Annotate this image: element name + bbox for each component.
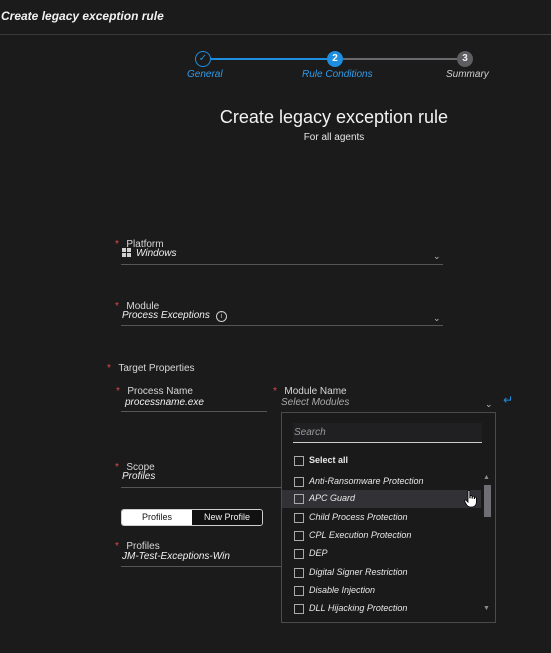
step-label-rule-conditions[interactable]: Rule Conditions — [302, 69, 373, 80]
toggle-new-profile-button[interactable]: New Profile — [192, 510, 262, 525]
list-item[interactable]: Child Process Protection — [282, 509, 481, 527]
step-2-active-number[interactable]: 2 — [327, 51, 343, 67]
info-icon[interactable]: i — [215, 311, 227, 322]
chevron-down-icon[interactable]: ⌄ — [433, 251, 441, 262]
module-dropdown: Search Select all Anti-Ransomware Protec… — [281, 412, 496, 623]
required-mark: * — [107, 363, 111, 374]
module-select[interactable]: Process Exceptions i — [122, 310, 227, 322]
list-item[interactable]: Digital Signer Restriction — [282, 564, 481, 582]
stepper-line-1 — [211, 58, 327, 60]
scope-toggle: Profiles New Profile — [121, 509, 263, 526]
checkbox[interactable] — [294, 549, 304, 559]
step-label-general[interactable]: General — [187, 69, 223, 80]
checkbox[interactable] — [294, 513, 304, 523]
list-item[interactable]: DLL Hijacking Protection — [282, 600, 481, 618]
platform-underline — [121, 264, 443, 265]
list-item[interactable]: Disable Injection — [282, 582, 481, 600]
checkbox[interactable] — [294, 604, 304, 614]
stepper-line-2 — [343, 58, 457, 60]
checkbox[interactable] — [294, 586, 304, 596]
toggle-profiles-button[interactable]: Profiles — [122, 510, 192, 525]
top-bar: Create legacy exception rule — [0, 0, 551, 35]
platform-select[interactable]: Windows — [122, 248, 176, 259]
step-label-summary[interactable]: Summary — [446, 69, 489, 80]
module-name-select[interactable]: Select Modules — [281, 397, 349, 408]
required-mark: * — [115, 541, 119, 552]
list-item[interactable]: DEP — [282, 545, 481, 563]
select-all-option[interactable]: Select all — [282, 452, 481, 470]
scroll-down-icon[interactable]: ▼ — [483, 605, 490, 612]
step-1-done-icon[interactable]: ✓ — [195, 51, 211, 67]
windows-icon — [122, 248, 131, 257]
required-mark: * — [115, 301, 119, 312]
profiles-value[interactable]: JM-Test-Exceptions-Win — [122, 551, 230, 562]
dropdown-search-input[interactable]: Search — [293, 423, 482, 443]
checkbox[interactable] — [294, 531, 304, 541]
checkbox[interactable] — [294, 494, 304, 504]
scope-underline — [121, 487, 281, 488]
process-name-input[interactable]: processname.exe — [125, 397, 204, 408]
scrollbar-thumb[interactable] — [484, 485, 491, 517]
list-item[interactable]: Anti-Ransomware Protection — [282, 473, 481, 491]
list-item[interactable]: APC Guard — [282, 490, 481, 508]
target-properties-label: * Target Properties — [107, 363, 195, 374]
required-mark: * — [273, 386, 277, 397]
required-mark: * — [115, 462, 119, 473]
dropdown-scrollbar[interactable]: ▲ ▼ — [483, 474, 491, 615]
list-item[interactable]: CPL Execution Protection — [282, 527, 481, 545]
required-mark: * — [115, 239, 119, 250]
profiles-underline — [121, 566, 281, 567]
step-3-pending-number[interactable]: 3 — [457, 51, 473, 67]
window-title: Create legacy exception rule — [1, 9, 164, 23]
enter-icon[interactable]: ↵ — [503, 393, 513, 407]
checkbox[interactable] — [294, 477, 304, 487]
page-title: Create legacy exception rule — [219, 107, 449, 127]
module-underline — [121, 325, 443, 326]
scope-value[interactable]: Profiles — [122, 471, 155, 482]
required-mark: * — [116, 386, 120, 397]
page-subtitle: For all agents — [303, 132, 365, 143]
checkbox[interactable] — [294, 568, 304, 578]
process-name-underline — [121, 411, 267, 412]
chevron-down-icon[interactable]: ⌄ — [433, 313, 441, 324]
scroll-up-icon[interactable]: ▲ — [483, 474, 490, 481]
checkbox[interactable] — [294, 456, 304, 466]
hand-cursor-icon — [464, 490, 477, 508]
chevron-down-icon[interactable]: ⌄ — [485, 399, 493, 410]
